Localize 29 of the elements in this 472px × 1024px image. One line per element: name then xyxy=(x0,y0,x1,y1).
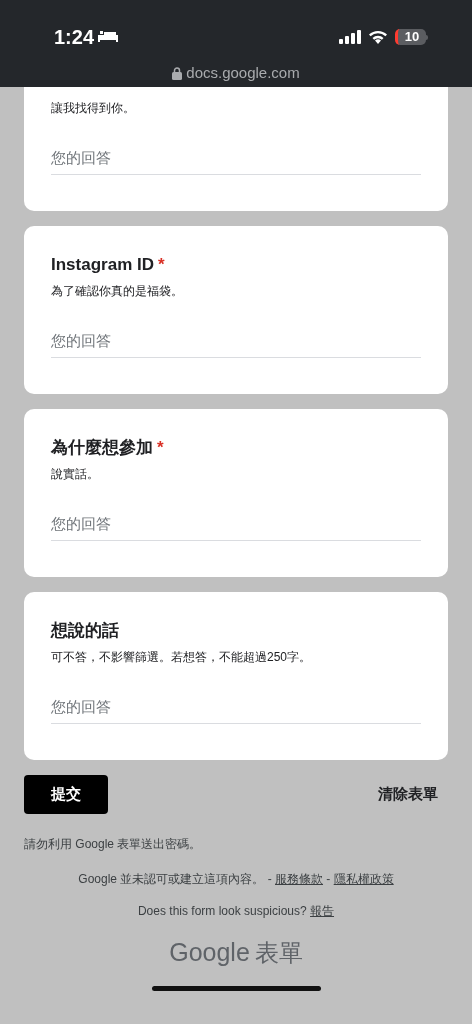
battery-indicator: 10 xyxy=(395,29,428,45)
disclaimer-text: Google 並未認可或建立這項內容。 - 服務條款 - 隱私權政策 xyxy=(77,871,395,888)
question-description: 說實話。 xyxy=(51,466,100,483)
google-forms-logo: Google 表單 xyxy=(168,937,304,968)
report-text: Does this form look suspicious? 報告 xyxy=(136,903,336,920)
submit-button[interactable]: 提交 xyxy=(24,775,108,814)
bed-icon xyxy=(98,30,119,44)
question-title: 想說的話 xyxy=(51,620,120,642)
required-mark: * xyxy=(158,255,165,274)
wifi-icon xyxy=(368,30,388,44)
footer-link[interactable]: 隱私權政策 xyxy=(333,872,394,886)
password-warning: 請勿利用 Google 表單送出密碼。 xyxy=(23,836,203,853)
url-text[interactable]: docs.google.com xyxy=(186,62,300,85)
required-mark: * xyxy=(157,438,164,457)
answer-field[interactable]: 您的回答 xyxy=(51,324,421,358)
signal-icon xyxy=(339,30,361,44)
question-description: 為了確認你真的是福袋。 xyxy=(51,283,184,300)
question-title: 為什麼想參加 * xyxy=(51,437,165,459)
question-description: 讓我找得到你。 xyxy=(51,100,136,117)
status-time: 1:24 xyxy=(54,25,95,50)
answer-field[interactable]: 您的回答 xyxy=(51,507,421,541)
lock-icon xyxy=(172,66,183,80)
question-description: 可不答，不影響篩選。若想答，不能超過250字。 xyxy=(51,649,313,666)
question-title: Instagram ID * xyxy=(51,254,166,276)
footer-link[interactable]: 服務條款 xyxy=(275,872,323,886)
answer-field[interactable]: 您的回答 xyxy=(51,690,421,724)
clear-form-button[interactable]: 清除表單 xyxy=(378,783,448,806)
footer-link[interactable]: 報告 xyxy=(310,904,335,918)
answer-field[interactable]: 您的回答 xyxy=(51,141,421,175)
